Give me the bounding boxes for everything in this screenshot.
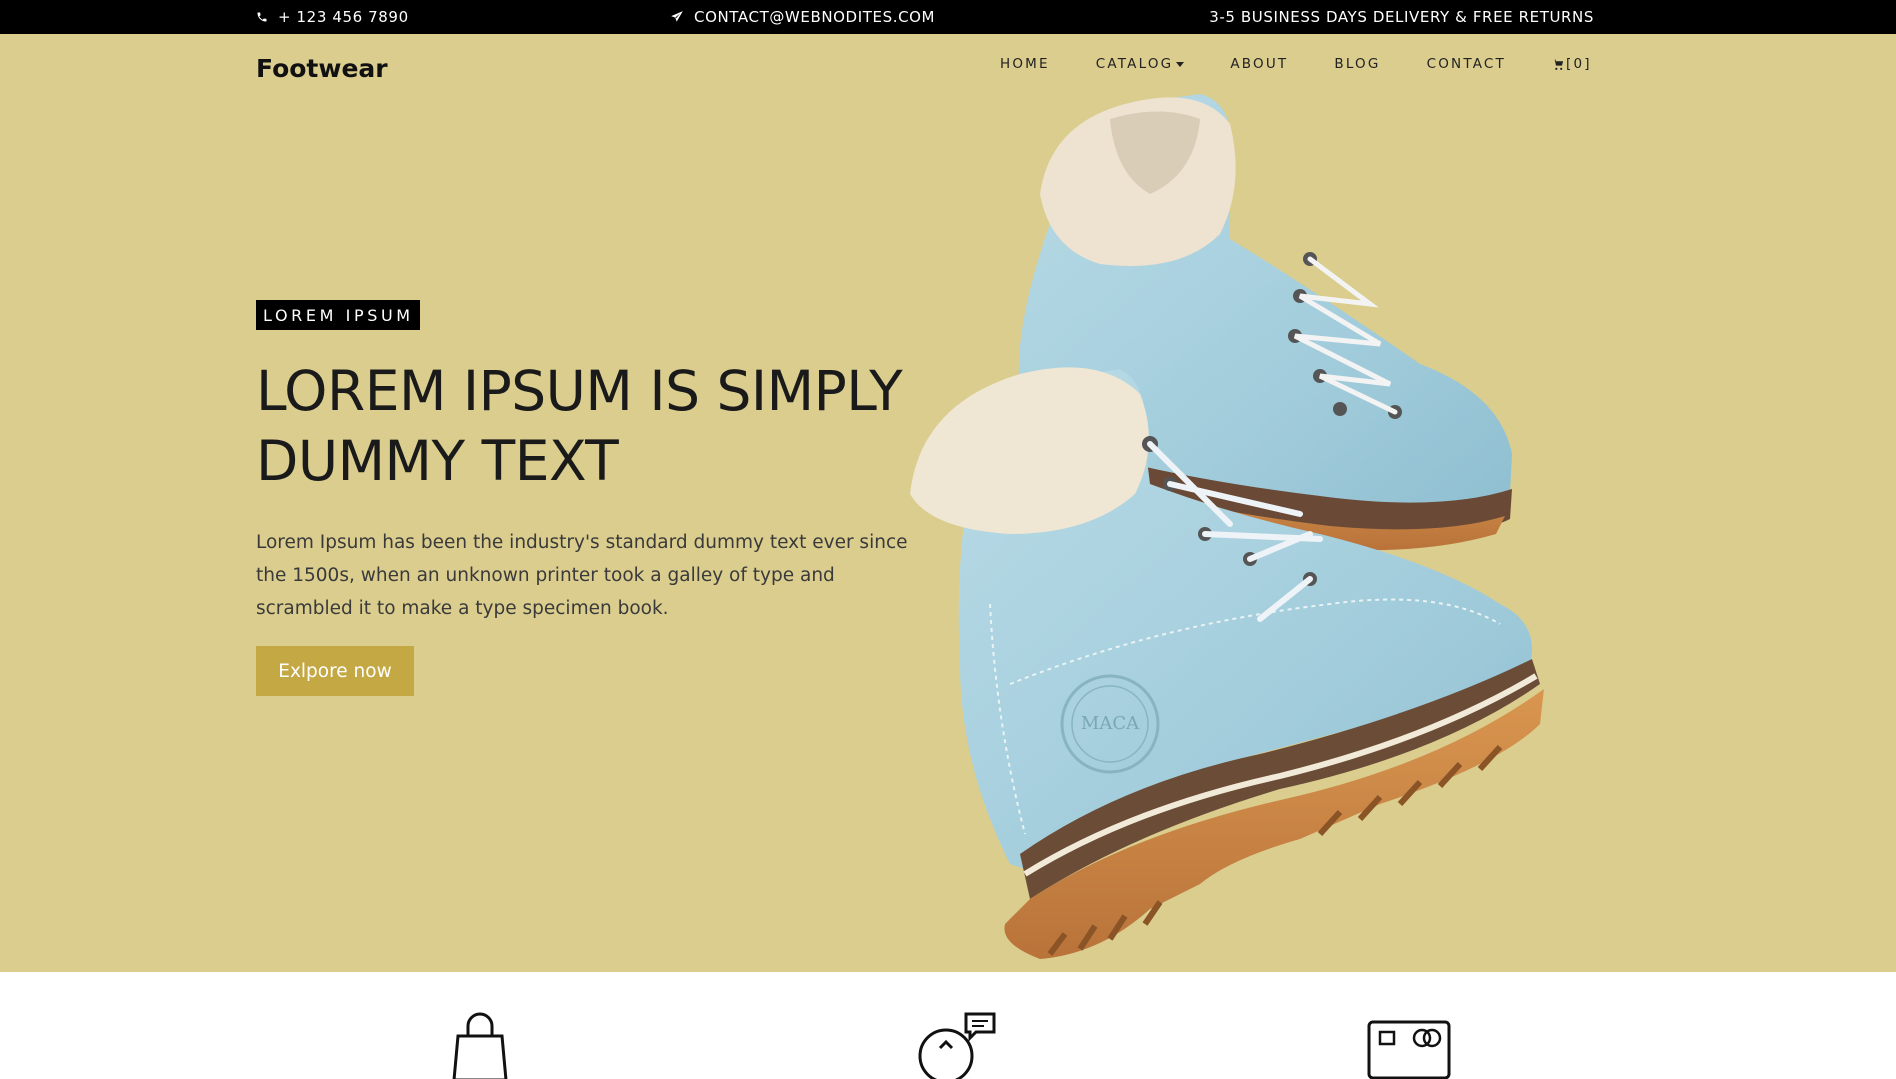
explore-button[interactable]: Exlpore now — [256, 646, 414, 696]
phone-number: + 123 456 7890 — [278, 8, 409, 26]
paper-plane-icon — [671, 11, 683, 22]
hero-badge: LOREM IPSUM — [256, 300, 420, 330]
shopping-bag-icon — [452, 1012, 508, 1079]
phone-icon — [257, 12, 267, 22]
top-info-bar: + 123 456 7890 CONTACT@WEBNODITES.COM 3-… — [0, 0, 1896, 34]
card-payment-icon — [1367, 1020, 1451, 1079]
boot-stamp-text: MACA — [1081, 713, 1140, 734]
email-address: CONTACT@WEBNODITES.COM — [694, 8, 936, 26]
features-section — [0, 972, 1896, 1079]
email-contact[interactable]: CONTACT@WEBNODITES.COM — [670, 0, 935, 34]
boots-image: MACA — [910, 94, 1544, 959]
hero-section: Footwear HOME CATALOG ABOUT BLOG CONTACT… — [0, 34, 1896, 972]
brand-logo[interactable]: Footwear — [256, 54, 388, 83]
hero-headline: LOREM IPSUM IS SIMPLY DUMMY TEXT — [256, 359, 903, 493]
phone-contact[interactable]: + 123 456 7890 — [256, 0, 409, 34]
delivery-text: 3-5 BUSINESS DAYS DELIVERY & FREE RETURN… — [1209, 8, 1594, 26]
delivery-notice: 3-5 BUSINESS DAYS DELIVERY & FREE RETURN… — [1209, 0, 1594, 34]
hero-description: Lorem Ipsum has been the industry's stan… — [256, 532, 908, 619]
support-chat-icon — [918, 1012, 996, 1079]
